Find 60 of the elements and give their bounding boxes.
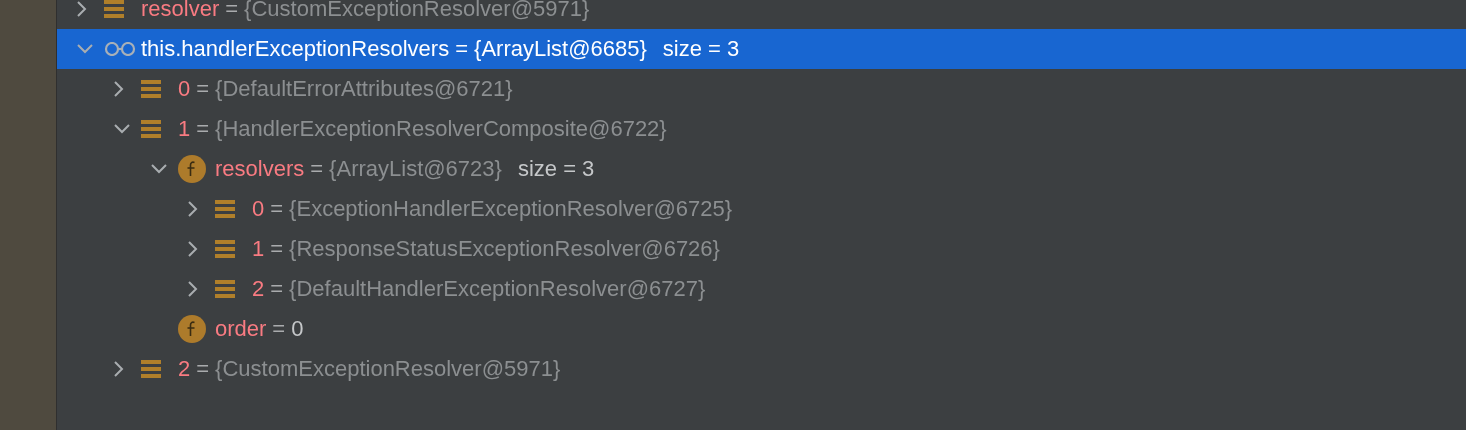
selected-row[interactable]: this.handlerExceptionResolvers = {ArrayList@6685} size = 3 [57, 29, 1466, 69]
tree-row[interactable]: 2 = {DefaultHandlerExceptionResolver@6727} [57, 269, 1466, 309]
equals-sign: = [455, 36, 469, 62]
equals-sign: = [196, 356, 210, 382]
variable-value: {ArrayList@6723} [329, 156, 502, 182]
variable-name: resolver [141, 0, 220, 22]
variable-name: 1 [252, 236, 265, 262]
field-icon [178, 155, 206, 183]
equals-sign: = [196, 76, 210, 102]
variable-name: 0 [178, 76, 191, 102]
variable-name: 2 [178, 356, 191, 382]
chevron-down-icon[interactable] [114, 124, 130, 134]
array-icon [215, 279, 235, 299]
variable-name: resolvers [215, 156, 305, 182]
equals-sign: = [196, 116, 210, 142]
array-icon [141, 119, 161, 139]
tree-row[interactable]: 1 = {ResponseStatusExceptionResolver@6726} [57, 229, 1466, 269]
array-icon [141, 79, 161, 99]
variable-value: {ResponseStatusExceptionResolver@6726} [289, 236, 720, 262]
array-icon [104, 0, 124, 19]
variable-name: this.handlerExceptionResolvers [141, 36, 450, 62]
tree-row[interactable]: 2 = {CustomExceptionResolver@5971} [57, 349, 1466, 389]
size-label: size = 3 [517, 156, 595, 182]
array-icon [215, 199, 235, 219]
equals-sign: = [225, 0, 239, 22]
chevron-right-icon[interactable] [188, 241, 198, 257]
variable-name: order [215, 316, 267, 342]
variable-name: 2 [252, 276, 265, 302]
size-label: size = 3 [662, 36, 740, 62]
tree-row[interactable]: order = 0 [57, 309, 1466, 349]
tree-row[interactable]: 1 = {HandlerExceptionResolverComposite@6722} [57, 109, 1466, 149]
tree-row[interactable]: 0 = {ExceptionHandlerExceptionResolver@6725} [57, 189, 1466, 229]
tree-row[interactable]: 0 = {DefaultErrorAttributes@6721} [57, 69, 1466, 109]
tree-row[interactable]: resolver = {CustomExceptionResolver@5971} [57, 0, 1466, 29]
equals-sign: = [270, 196, 284, 222]
tree-row[interactable]: resolvers = {ArrayList@6723} size = 3 [57, 149, 1466, 189]
variable-value: {ArrayList@6685} [474, 36, 647, 62]
equals-sign: = [270, 276, 284, 302]
field-icon [178, 315, 206, 343]
variable-value: {CustomExceptionResolver@5971} [244, 0, 590, 22]
variable-value: {DefaultHandlerExceptionResolver@6727} [289, 276, 706, 302]
variable-value: 0 [291, 316, 304, 342]
variable-value: {CustomExceptionResolver@5971} [215, 356, 561, 382]
chevron-right-icon[interactable] [114, 361, 124, 377]
variable-name: 0 [252, 196, 265, 222]
equals-sign: = [272, 316, 286, 342]
variable-value: {DefaultErrorAttributes@6721} [215, 76, 513, 102]
chevron-right-icon[interactable] [114, 81, 124, 97]
chevron-right-icon[interactable] [77, 1, 87, 17]
variable-value: {HandlerExceptionResolverComposite@6722} [215, 116, 667, 142]
chevron-right-icon[interactable] [188, 281, 198, 297]
chevron-right-icon[interactable] [188, 201, 198, 217]
variable-value: {ExceptionHandlerExceptionResolver@6725} [289, 196, 733, 222]
variable-name: 1 [178, 116, 191, 142]
equals-sign: = [310, 156, 324, 182]
array-icon [141, 359, 161, 379]
array-icon [215, 239, 235, 259]
glasses-icon [104, 42, 136, 56]
chevron-down-icon[interactable] [151, 164, 167, 174]
equals-sign: = [270, 236, 284, 262]
